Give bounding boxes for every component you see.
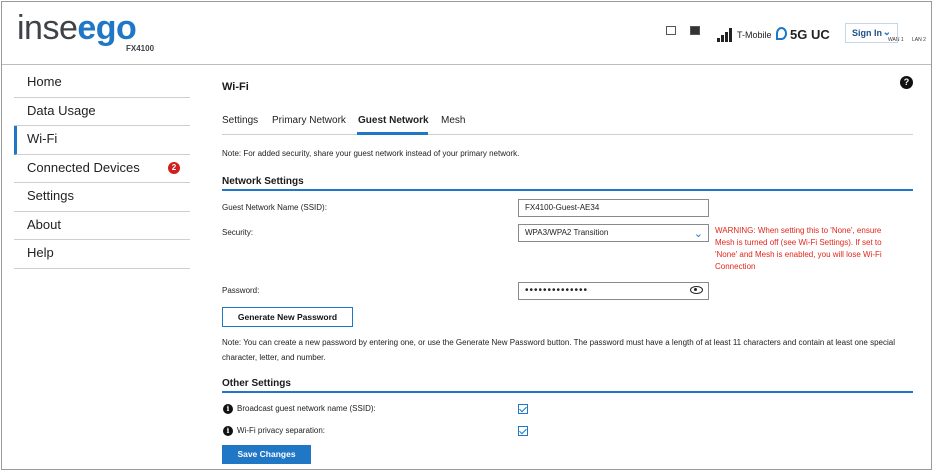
save-changes-button[interactable]: Save Changes [222,445,311,464]
header-divider [2,64,931,65]
model-name: FX4100 [126,44,155,53]
sidebar-item-connected-devices[interactable]: Connected Devices 2 [14,155,190,183]
active-tab-indicator [357,132,428,135]
tab-divider [222,134,913,135]
section-divider [222,189,913,191]
device-count-badge: 2 [168,161,180,174]
chevron-down-icon: ⌄ [693,228,703,240]
privacy-separation-checkbox[interactable] [518,426,528,436]
lan-port-status: LAN 2 [690,26,926,43]
sidebar-item-help[interactable]: Help [14,240,190,269]
ethernet-port-icon [690,26,700,35]
sidebar-item-home[interactable]: Home [14,69,190,98]
generate-password-button[interactable]: Generate New Password [222,307,353,327]
tab-primary-network[interactable]: Primary Network [272,115,346,126]
network-type: 5G UC [790,27,830,42]
sidebar-item-settings[interactable]: Settings [14,183,190,212]
tab-settings[interactable]: Settings [222,115,258,126]
privacy-separation-label: Wi-Fi privacy separation: [237,426,326,435]
other-settings-heading: Other Settings [222,378,291,389]
wan-port-status: WAN 1 [666,26,904,43]
ethernet-port-icon [666,26,676,35]
help-icon[interactable]: ? [900,76,913,89]
security-warning: WARNING: When setting this to 'None', en… [715,226,882,271]
password-input[interactable]: •••••••••••••• [518,282,709,300]
section-divider [222,391,913,393]
chevron-down-icon: ⌄ [882,27,891,38]
network-settings-heading: Network Settings [222,176,304,187]
5g-icon [776,27,787,40]
tab-mesh[interactable]: Mesh [441,115,465,126]
signal-strength-icon [717,28,735,42]
security-select[interactable]: WPA3/WPA2 Transition ⌄ [518,224,709,242]
guest-network-note: Note: For added security, share your gue… [222,149,520,158]
sidebar: Home Data Usage Wi-Fi Connected Devices … [14,69,190,269]
page-title: Wi-Fi [222,81,249,93]
info-icon[interactable]: i [223,426,233,436]
broadcast-ssid-label: Broadcast guest network name (SSID): [237,404,376,413]
password-label: Password: [222,286,260,295]
password-note: Note: You can create a new password by e… [222,338,895,362]
info-icon[interactable]: i [223,404,233,414]
ssid-label: Guest Network Name (SSID): [222,203,327,212]
broadcast-ssid-checkbox[interactable] [518,404,528,414]
carrier-name: T-Mobile [737,30,772,40]
sidebar-item-wifi[interactable]: Wi-Fi [14,126,190,155]
show-password-eye-icon[interactable] [690,286,703,294]
sign-in-button[interactable]: Sign In ⌄ [845,23,898,43]
tab-guest-network[interactable]: Guest Network [358,115,429,126]
sidebar-item-data-usage[interactable]: Data Usage [14,98,190,126]
sidebar-item-about[interactable]: About [14,212,190,240]
security-label: Security: [222,228,254,237]
inseego-logo: inseego [17,9,137,47]
ssid-input[interactable]: FX4100-Guest-AE34 [518,199,709,217]
